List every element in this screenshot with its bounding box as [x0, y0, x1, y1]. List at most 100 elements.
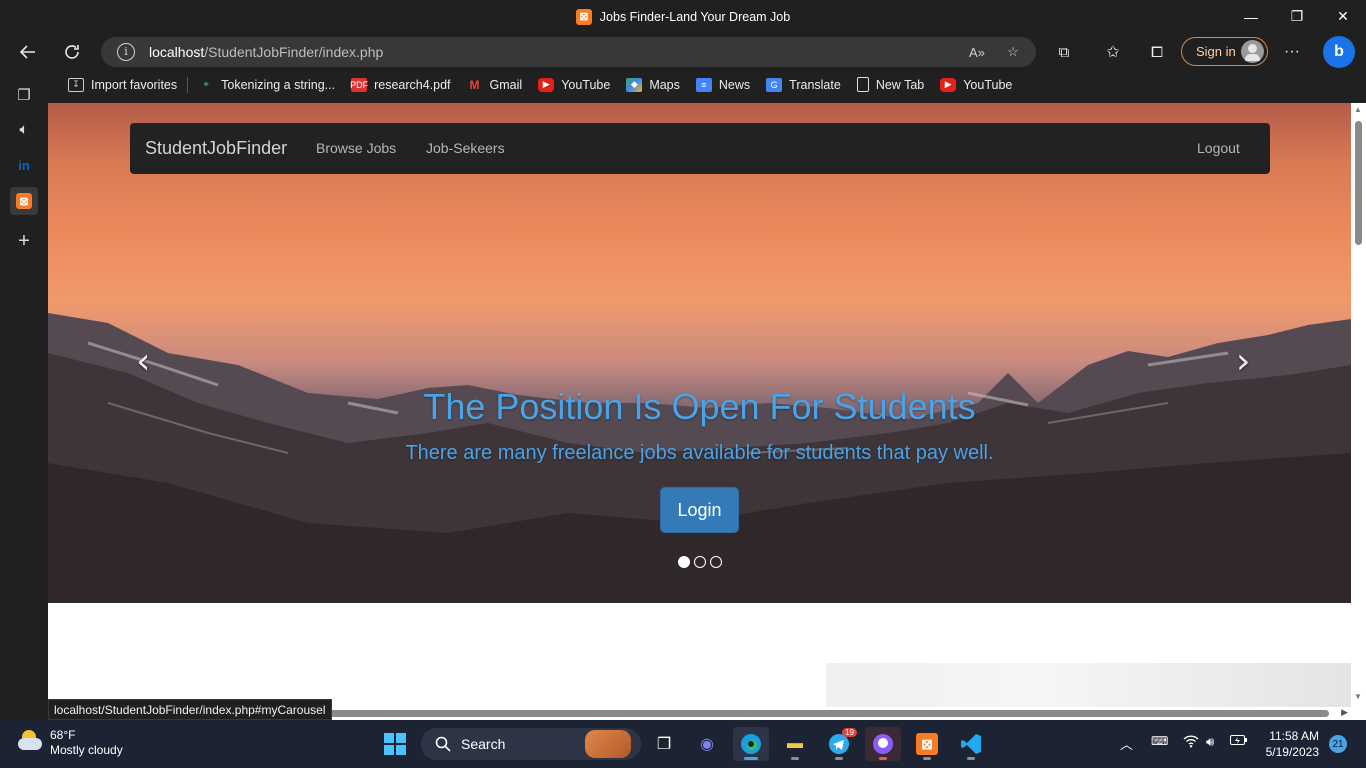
nav-job-seekers[interactable]: Job-Sekeers: [426, 140, 505, 156]
show-hidden-icons-chevron-icon[interactable]: ︿: [1120, 734, 1133, 753]
carousel-prev-chevron-icon[interactable]: ‹: [136, 341, 150, 382]
tab-actions-icon[interactable]: ❐: [10, 81, 38, 109]
hero-carousel: StudentJobFinder Browse Jobs Job-Sekeers…: [48, 103, 1351, 603]
carousel-indicator-3[interactable]: [710, 556, 722, 568]
refresh-button[interactable]: [55, 35, 89, 69]
taskbar-search[interactable]: Search: [421, 728, 641, 760]
favorite-maps[interactable]: ◆ Maps: [618, 72, 688, 98]
scroll-up-icon[interactable]: ▲: [1354, 105, 1362, 114]
weather-widget[interactable]: 68°F Mostly cloudy: [16, 728, 123, 758]
github-desktop-icon[interactable]: [865, 727, 901, 761]
horizontal-scroll-thumb[interactable]: [324, 710, 1329, 717]
edge-sidebar: ❐ 🔈︎ in ⊠ +: [0, 70, 48, 720]
favorite-gmail[interactable]: M Gmail: [459, 72, 531, 98]
sign-in-button[interactable]: Sign in: [1181, 37, 1268, 66]
add-tab-icon[interactable]: +: [10, 227, 38, 255]
edge-taskbar-icon[interactable]: [733, 727, 769, 761]
nav-logout[interactable]: Logout: [1197, 140, 1240, 156]
favorite-tokenizing[interactable]: ⚭ Tokenizing a string...: [190, 72, 343, 98]
refresh-icon: [65, 45, 79, 59]
file-explorer-icon[interactable]: ▬: [777, 727, 813, 761]
page-viewport: StudentJobFinder Browse Jobs Job-Sekeers…: [48, 103, 1351, 707]
site-brand-link[interactable]: StudentJobFinder: [145, 138, 287, 159]
keyboard-icon[interactable]: ⌨: [1151, 734, 1168, 748]
browser-toolbar: i localhost/StudentJobFinder/index.php A…: [0, 33, 1366, 70]
url-host: localhost: [149, 44, 205, 60]
weather-text: 68°F Mostly cloudy: [50, 728, 123, 758]
xampp-icon: ⊠: [575, 8, 592, 25]
favorite-translate[interactable]: G Translate: [758, 72, 849, 98]
carousel-caption-title: The Position Is Open For Students: [423, 386, 976, 427]
speaker-icon[interactable]: 🔈︎: [10, 115, 38, 143]
partly-cloudy-icon: [16, 728, 44, 752]
bing-copilot-icon[interactable]: b: [1323, 36, 1355, 68]
start-button[interactable]: [377, 727, 413, 761]
open-app-indicator: [967, 757, 975, 760]
login-button[interactable]: Login: [660, 487, 739, 533]
carousel-indicator-2[interactable]: [694, 556, 706, 568]
favorites-icon[interactable]: ✩: [1096, 35, 1130, 69]
site-navbar: StudentJobFinder Browse Jobs Job-Sekeers…: [130, 123, 1270, 174]
taskbar-clock[interactable]: 11:58 AM 5/19/2023: [1255, 728, 1319, 760]
carousel-indicator-1[interactable]: [678, 556, 690, 568]
favorite-new-tab[interactable]: New Tab: [849, 72, 932, 98]
vertical-scroll-thumb[interactable]: [1355, 121, 1362, 245]
clock-date: 5/19/2023: [1265, 745, 1319, 759]
vscode-taskbar-icon[interactable]: [953, 727, 989, 761]
content-image: [826, 663, 1351, 707]
favorite-news[interactable]: ≡ News: [688, 72, 758, 98]
carousel-caption-subtitle: There are many freelance jobs available …: [405, 442, 994, 464]
close-button[interactable]: ✕: [1320, 0, 1366, 33]
url-text[interactable]: localhost/StudentJobFinder/index.php: [149, 44, 383, 60]
github-logo-icon: [873, 734, 893, 754]
battery-icon[interactable]: [1230, 734, 1248, 749]
weather-temp: 68°F: [50, 728, 76, 742]
scroll-down-icon[interactable]: ▼: [1354, 692, 1362, 701]
back-button[interactable]: [11, 35, 45, 69]
page-icon: [856, 77, 869, 92]
xampp-taskbar-icon[interactable]: ⊠: [909, 727, 945, 761]
teams-chat-icon[interactable]: ◉: [689, 727, 725, 761]
xampp-icon: ⊠: [916, 733, 938, 755]
maps-icon: ◆: [626, 77, 643, 92]
wifi-signal-icon: [1183, 735, 1199, 748]
back-arrow-icon: [19, 45, 35, 59]
task-view-icon[interactable]: ❐: [646, 727, 682, 761]
scroll-right-icon[interactable]: ▶: [1341, 707, 1348, 718]
restore-button[interactable]: ❐: [1274, 0, 1320, 33]
extensions-icon[interactable]: ⧉: [1047, 35, 1081, 69]
carousel-next-chevron-icon[interactable]: ›: [1236, 341, 1250, 382]
address-bar[interactable]: i localhost/StudentJobFinder/index.php A…: [101, 37, 1036, 67]
collections-icon[interactable]: ⧠: [1140, 35, 1174, 69]
gmail-icon: M: [469, 77, 480, 92]
add-favorite-icon[interactable]: ☆: [1001, 41, 1025, 63]
favorite-youtube-2[interactable]: ▶ YouTube: [932, 72, 1020, 98]
xampp-tab-icon[interactable]: ⊠: [10, 187, 38, 215]
favorite-youtube[interactable]: ▶ YouTube: [530, 72, 618, 98]
site-info-icon[interactable]: i: [117, 43, 135, 61]
favorite-import[interactable]: ↧ Import favorites: [60, 72, 185, 98]
windows-taskbar: 68°F Mostly cloudy Search ❐ ◉ ▬ 19 ⊠ ︿ ⌨…: [0, 720, 1366, 768]
read-aloud-icon[interactable]: A»: [965, 41, 989, 63]
open-app-indicator: [923, 757, 931, 760]
open-app-indicator: [791, 757, 799, 760]
vscode-logo-icon: [961, 734, 981, 754]
more-menu-icon[interactable]: ···: [1275, 35, 1309, 69]
volume-icon[interactable]: 🔊︎: [1206, 734, 1214, 750]
vertical-scrollbar[interactable]: ▲ ▼: [1351, 103, 1366, 707]
carousel-indicators: [678, 556, 722, 568]
notification-count-badge[interactable]: 21: [1329, 735, 1347, 753]
favorite-research-pdf[interactable]: PDF research4.pdf: [343, 72, 458, 98]
search-icon: [435, 736, 451, 752]
linkedin-icon[interactable]: in: [10, 151, 38, 179]
window-title-group: ⊠ Jobs Finder-Land Your Dream Job: [0, 0, 1366, 33]
wifi-icon[interactable]: [1183, 734, 1199, 751]
telegram-icon[interactable]: 19: [821, 727, 857, 761]
xampp-icon: ⊠: [16, 193, 32, 209]
pdf-icon: PDF: [350, 77, 369, 92]
open-app-indicator: [835, 757, 843, 760]
youtube-icon: ▶: [940, 77, 957, 92]
profile-avatar-icon: [1241, 40, 1264, 63]
minimize-button[interactable]: —: [1228, 0, 1274, 33]
nav-browse-jobs[interactable]: Browse Jobs: [316, 140, 396, 156]
